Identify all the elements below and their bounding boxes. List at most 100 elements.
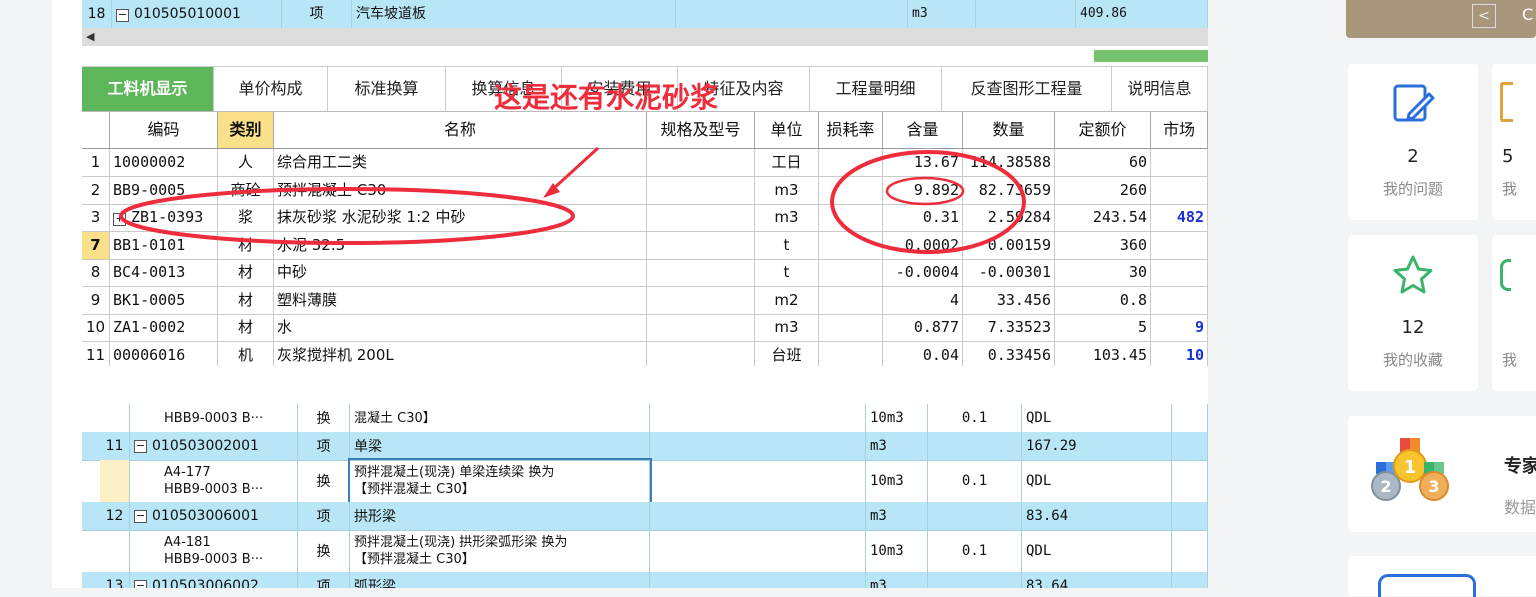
cell-name[interactable]: 预拌混凝土(现浇) 拱形梁弧形梁 换为 【预拌混凝土 C30】 — [350, 530, 650, 572]
cell-name[interactable]: 混凝土 C30】 — [350, 404, 650, 432]
num-text: 13 — [105, 578, 124, 588]
cell-spec[interactable] — [650, 502, 866, 530]
highlight-circle-value — [885, 176, 965, 206]
expert-subtitle: 数据 — [1504, 498, 1536, 517]
bill-item-row[interactable]: 11−010503002001 项单梁 m3 167.29 — [82, 432, 1208, 461]
favorites-label: 我的收藏 — [1382, 351, 1443, 369]
cell-unit[interactable]: 10m3 — [866, 460, 928, 502]
cell-coef[interactable]: 0.1 — [928, 404, 1022, 432]
code-line2: HBB9-0003 B··· — [164, 410, 264, 426]
cell-num — [100, 460, 130, 502]
cell-type: 换 — [298, 460, 350, 502]
chevron-left-icon[interactable]: < — [1472, 4, 1496, 28]
favorites-count: 12 — [1401, 317, 1425, 338]
svg-text:1: 1 — [1404, 457, 1417, 478]
my-questions-card[interactable]: 2 我的问题 — [1348, 64, 1478, 220]
name-text: 单梁 — [354, 439, 382, 455]
type-text: 换 — [316, 411, 331, 427]
cell-qty[interactable]: 83.64 — [1022, 502, 1172, 530]
coef-text: 0.1 — [961, 543, 988, 559]
quota-row[interactable]: A4-181 HBB9-0003 B··· 换 预拌混凝土(现浇) 拱形梁弧形梁 换为… — [82, 530, 1208, 573]
cell-extra — [1172, 572, 1208, 588]
cell-num — [100, 530, 130, 572]
cell-spec[interactable] — [650, 432, 866, 460]
calendar-icon — [1378, 574, 1476, 597]
cell-code[interactable]: −010503002001 — [130, 432, 298, 460]
type-text: 项 — [316, 509, 331, 525]
name-line2: 混凝土 C30】 — [354, 410, 436, 426]
cell-spec[interactable] — [650, 460, 866, 502]
cell-name[interactable]: 拱形梁 — [350, 502, 650, 530]
right-sidebar: < C 2 我的问题 5 我 12 我的收藏 我 2 1 3 专家 数据 — [1346, 0, 1536, 597]
type-text: 换 — [316, 474, 331, 490]
cell-spec[interactable] — [650, 530, 866, 572]
cell-extra — [1172, 432, 1208, 460]
cell-unit[interactable]: m3 — [866, 572, 928, 588]
unit-text: 10m3 — [870, 473, 904, 489]
cell-code[interactable]: −010503006001 — [130, 502, 298, 530]
annotation-arrow — [550, 146, 600, 192]
unit-text: m3 — [870, 578, 887, 588]
name-text: 拱形梁 — [354, 509, 396, 525]
cell-qty[interactable]: QDL — [1022, 460, 1172, 502]
code-text: 010503006002 — [152, 578, 259, 588]
cell-extra — [1172, 530, 1208, 572]
bill-item-row[interactable]: 12−010503006001 项拱形梁 m3 83.64 — [82, 502, 1208, 531]
my-other-card[interactable]: 我 — [1492, 235, 1536, 391]
cell-num — [100, 404, 130, 432]
cell-coef[interactable] — [928, 572, 1022, 588]
quota-row[interactable]: A4-177 HBB9-0003 B··· 换 预拌混凝土(现浇) 单梁连续梁 换为【… — [82, 458, 1208, 504]
cell-coef[interactable] — [928, 502, 1022, 530]
banner-card[interactable]: < C — [1346, 0, 1536, 38]
collapse-icon[interactable]: − — [134, 509, 147, 523]
my-answers-card[interactable]: 5 我 — [1492, 64, 1536, 220]
type-text: 换 — [316, 544, 331, 560]
cell-type: 换 — [298, 530, 350, 572]
cell-num: 11 — [100, 432, 130, 460]
name-text: 弧形梁 — [354, 579, 396, 588]
name-line2: 【预拌混凝土 C30】 — [354, 482, 475, 497]
collapse-icon[interactable]: − — [134, 439, 147, 453]
code-text: 010503006001 — [152, 508, 259, 524]
cell-unit[interactable]: m3 — [866, 502, 928, 530]
cell-qty[interactable]: 83.64 — [1022, 572, 1172, 588]
cell-unit[interactable]: 10m3 — [866, 530, 928, 572]
bill-item-row[interactable]: 13 −010503006002 项 弧形梁 m3 83.64 — [82, 572, 1208, 588]
cell-type: 换 — [298, 404, 350, 432]
expert-card[interactable]: 2 1 3 专家 数据 — [1348, 416, 1536, 532]
qty-text: 167.29 — [1026, 438, 1077, 454]
qty-text: 83.64 — [1026, 508, 1069, 524]
cell-name[interactable]: 弧形梁 — [350, 572, 650, 588]
quota-row[interactable]: HBB9-0003 B··· 换 混凝土 C30】 10m3 0.1 QDL — [82, 404, 1208, 433]
cell-name[interactable]: 预拌混凝土(现浇) 单梁连续梁 换为 【预拌混凝土 C30】 — [348, 458, 652, 504]
cell-code[interactable]: −010503006002 — [130, 572, 298, 588]
expert-title: 专家 — [1504, 456, 1536, 477]
cell-code[interactable]: HBB9-0003 B··· — [130, 404, 298, 432]
edit-icon — [1393, 84, 1435, 122]
next-card[interactable] — [1348, 556, 1536, 597]
cell-unit[interactable]: m3 — [866, 432, 928, 460]
questions-label: 我的问题 — [1382, 180, 1443, 198]
cell-code[interactable]: A4-181 HBB9-0003 B··· — [130, 530, 298, 572]
cell-qty[interactable]: QDL — [1022, 404, 1172, 432]
highlight-ellipse-content — [830, 150, 1026, 254]
cell-type: 项 — [298, 502, 350, 530]
cell-type: 项 — [298, 572, 350, 588]
unit-text: m3 — [870, 508, 887, 524]
cell-spec[interactable] — [650, 404, 866, 432]
cell-coef[interactable] — [928, 432, 1022, 460]
cell-coef[interactable]: 0.1 — [928, 530, 1022, 572]
cell-qty[interactable]: 167.29 — [1022, 432, 1172, 460]
my-favorites-card[interactable]: 12 我的收藏 — [1348, 235, 1478, 391]
coef-text: 0.1 — [961, 410, 988, 426]
cell-qty[interactable]: QDL — [1022, 530, 1172, 572]
cell-unit[interactable]: 10m3 — [866, 404, 928, 432]
code-line2: HBB9-0003 B··· — [164, 482, 264, 497]
cell-code[interactable]: A4-177 HBB9-0003 B··· — [130, 460, 298, 502]
unit-text: 10m3 — [870, 543, 904, 559]
cell-name[interactable]: 单梁 — [350, 432, 650, 460]
collapse-icon[interactable]: − — [134, 579, 147, 588]
cell-coef[interactable]: 0.1 — [928, 460, 1022, 502]
answers-icon — [1500, 82, 1513, 122]
cell-spec[interactable] — [650, 572, 866, 588]
